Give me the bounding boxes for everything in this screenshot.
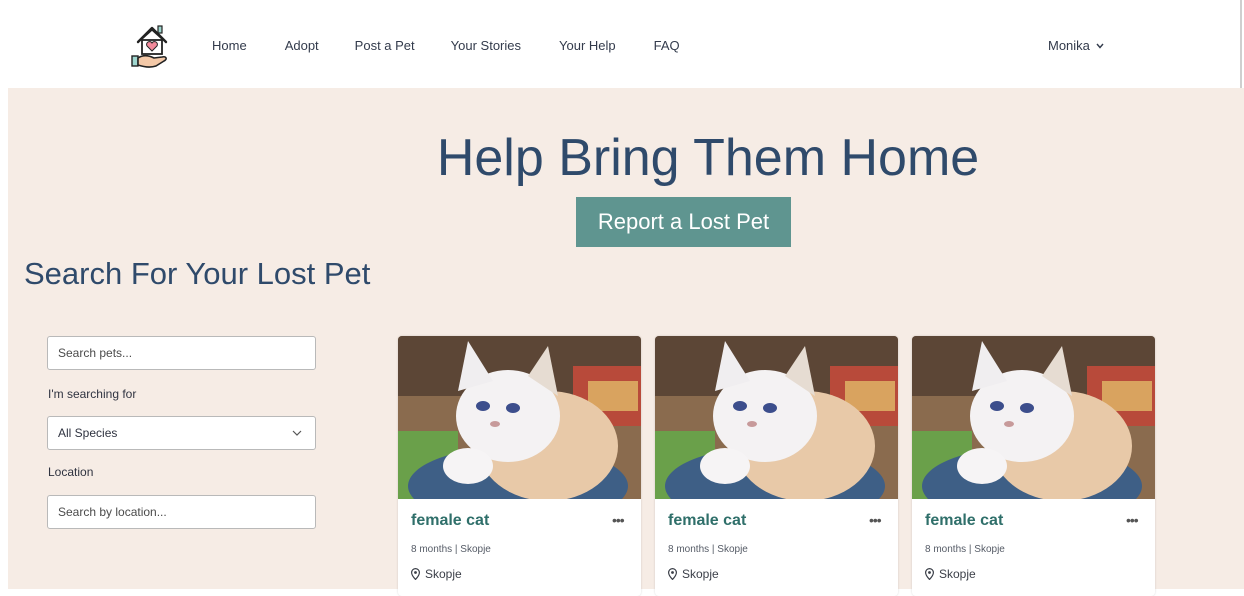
search-heading: Search For Your Lost Pet [24,256,371,291]
pet-card[interactable]: female cat ••• 8 months | Skopje Skopje [398,336,641,596]
pet-photo [912,336,1155,499]
nav-link-adopt[interactable]: Adopt [285,38,319,53]
main-content: Help Bring Them Home Report a Lost Pet S… [0,88,1244,596]
pet-location: Skopje [925,567,976,581]
report-lost-pet-button[interactable]: Report a Lost Pet [576,197,791,247]
location-label: Location [48,465,94,479]
user-name: Monika [1048,38,1090,53]
more-options-icon[interactable]: ••• [869,512,882,528]
chevron-down-icon [1096,43,1104,49]
pet-location: Skopje [668,567,719,581]
more-options-icon[interactable]: ••• [1126,512,1139,528]
nav-link-your-stories[interactable]: Your Stories [451,38,521,53]
nav-link-home[interactable]: Home [212,38,247,53]
house-in-hand-icon[interactable] [128,20,176,70]
pet-photo [398,336,641,499]
species-select[interactable]: All Species [47,416,316,450]
nav-links: Home Adopt Post a Pet Your Stories Your … [212,38,680,53]
pet-meta: 8 months | Skopje [668,544,748,555]
pet-location-text: Skopje [939,567,976,581]
chevron-down-icon [292,430,302,436]
species-selected-value: All Species [58,426,118,440]
pet-location-text: Skopje [682,567,719,581]
pet-meta: 8 months | Skopje [925,544,1005,555]
pet-card[interactable]: female cat ••• 8 months | Skopje Skopje [655,336,898,596]
nav-link-faq[interactable]: FAQ [654,38,680,53]
location-pin-icon [925,568,934,580]
page-edge [0,88,8,589]
species-label: I'm searching for [48,387,137,401]
more-options-icon[interactable]: ••• [612,512,625,528]
pet-location: Skopje [411,567,462,581]
pet-photo [655,336,898,499]
pet-card[interactable]: female cat ••• 8 months | Skopje Skopje [912,336,1155,596]
top-navbar: Home Adopt Post a Pet Your Stories Your … [0,0,1244,88]
pet-location-text: Skopje [425,567,462,581]
pet-meta: 8 months | Skopje [411,544,491,555]
nav-link-your-help[interactable]: Your Help [559,38,616,53]
nav-link-post-a-pet[interactable]: Post a Pet [355,38,415,53]
pet-title: female cat [925,512,1004,529]
location-pin-icon [668,568,677,580]
user-menu[interactable]: Monika [1048,38,1104,53]
pet-title: female cat [668,512,747,529]
pet-title: female cat [411,512,490,529]
location-pin-icon [411,568,420,580]
location-search-input[interactable] [47,495,316,529]
search-pets-input[interactable] [47,336,316,370]
hero-title: Help Bring Them Home [436,129,980,187]
